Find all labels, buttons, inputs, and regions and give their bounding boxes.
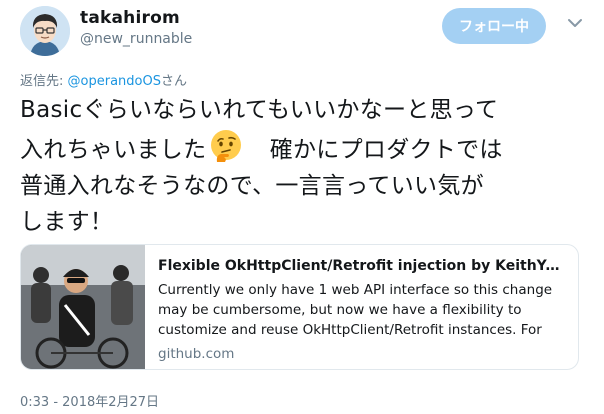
card-domain: github.com [158,346,235,362]
reply-to-prefix: 返信先: [20,74,68,89]
tweet-line-2-start: 入れちゃいました [20,137,207,163]
tweet-timestamp[interactable]: 0:33 - 2018年2月27日 [20,391,159,410]
tweet-line-4: します！ [20,209,114,235]
tweet-text: Basicぐらいならいれてもいいかなーと思って 入れちゃいました 確かにプロダク… [20,92,595,240]
cyclists-photo [21,245,145,369]
reply-to: 返信先: @operandoOSさん [20,70,187,89]
follow-button[interactable]: フォロー中 [442,8,546,44]
tweet-line-2-end: 確かにプロダクトでは [246,137,503,163]
tweet-line-1: Basicぐらいならいれてもいいかなーと思って [20,97,499,123]
reply-to-suffix: さん [160,74,187,89]
card-body: Flexible OkHttpClient/Retrofit injection… [158,258,568,362]
card-description: Currently we only have 1 web API interfa… [158,282,553,338]
avatar[interactable] [20,6,70,56]
thinking-face-emoji [211,130,242,162]
card-thumbnail [21,245,145,369]
reply-to-mention[interactable]: @operandoOS [68,74,161,89]
card-title[interactable]: Flexible OkHttpClient/Retrofit injection… [158,258,568,274]
tweet-line-3: 普通入れなそうなので、一言言っていい気が [20,173,484,199]
user-handle[interactable]: @new_runnable [80,31,192,47]
chevron-down-icon[interactable] [566,14,584,32]
display-name[interactable]: takahirom [80,8,180,28]
tweet-line-2: 入れちゃいました 確かにプロダクトでは [20,128,595,168]
link-card[interactable]: Flexible OkHttpClient/Retrofit injection… [20,244,579,370]
avatar-illustration [20,6,70,56]
